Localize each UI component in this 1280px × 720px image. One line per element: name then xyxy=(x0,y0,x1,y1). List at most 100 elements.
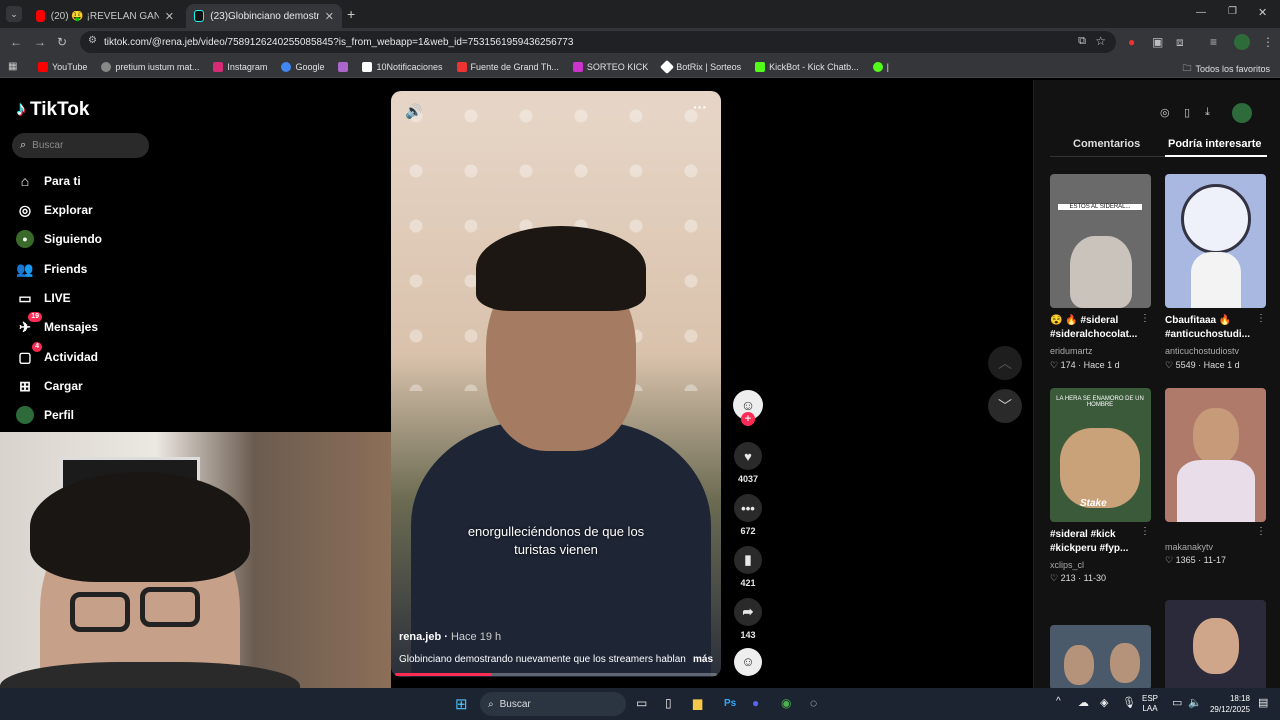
nav-friends[interactable]: 👥 Friends xyxy=(16,258,87,280)
card-menu-icon[interactable]: ⋮ xyxy=(1256,526,1266,537)
tab-podria-interesarte[interactable]: Podría interesarte xyxy=(1168,138,1262,150)
window-close-button[interactable]: ✕ xyxy=(1258,6,1267,19)
bookmark-instagram[interactable]: Instagram xyxy=(213,61,267,72)
video-thumbnail[interactable] xyxy=(1165,388,1266,522)
card-menu-icon[interactable]: ⋮ xyxy=(1256,313,1266,324)
bookmark-youtube[interactable]: YouTube xyxy=(38,61,87,72)
maximize-button[interactable]: ❐ xyxy=(1228,6,1237,17)
windows-start-icon[interactable]: ⊞ xyxy=(455,695,468,713)
forward-icon[interactable]: → xyxy=(34,35,46,49)
clock[interactable]: 18:18 29/12/2025 xyxy=(1208,693,1250,715)
minimize-button[interactable]: — xyxy=(1196,7,1206,18)
microphone-icon[interactable]: 🎙 xyxy=(1122,696,1136,709)
tiktok-logo[interactable]: ♪ TikTok xyxy=(16,98,89,121)
bookmark-kickbot[interactable]: KickBot - Kick Chatb... xyxy=(755,61,859,72)
nav-actividad[interactable]: ▢ 4 Actividad xyxy=(16,342,98,368)
extension-icon[interactable]: ▣ xyxy=(1152,35,1163,49)
like-button[interactable]: ♥ 4037 xyxy=(733,442,763,484)
onedrive-icon[interactable]: ☁ xyxy=(1078,696,1089,709)
menu-kebab-icon[interactable]: ⋮ xyxy=(1262,35,1274,49)
video-thumbnail[interactable]: LA HERA SE ENAMORO DE UN HOMBRE Stake xyxy=(1050,388,1151,522)
bookmark-botrix[interactable]: BotRix | Sorteos xyxy=(660,59,741,74)
card-username[interactable]: xclips_cl xyxy=(1050,560,1084,570)
nav-cargar[interactable]: ⊞ Cargar xyxy=(16,375,83,397)
nav-siguiendo[interactable]: ● Siguiendo xyxy=(16,228,102,250)
notifications-icon[interactable]: ▤ xyxy=(1258,696,1268,709)
share-button[interactable]: ➦ 143 xyxy=(733,598,763,640)
previous-video-button[interactable]: ︿ xyxy=(988,346,1022,380)
tray-chevron-icon[interactable]: ^ xyxy=(1056,696,1061,707)
app-icon[interactable]: ◌ xyxy=(810,696,817,710)
nav-perfil[interactable]: Perfil xyxy=(16,404,74,426)
discord-icon[interactable]: ● xyxy=(752,696,759,710)
bookmark-fuente[interactable]: Fuente de Grand Th... xyxy=(456,61,559,72)
card-username[interactable]: eridumartz xyxy=(1050,346,1093,356)
tray-icon[interactable]: ◈ xyxy=(1100,696,1108,709)
reload-icon[interactable]: ↻ xyxy=(57,35,67,49)
user-avatar[interactable] xyxy=(1232,103,1252,123)
bookmark-google[interactable]: Google xyxy=(281,61,324,72)
photoshop-icon[interactable]: Ps xyxy=(724,698,736,709)
nav-live[interactable]: ▭ LIVE xyxy=(16,287,70,309)
video-thumbnail[interactable] xyxy=(1165,600,1266,690)
network-icon[interactable]: ▭ xyxy=(1172,696,1182,709)
bookmark-x[interactable]: 10Notificaciones xyxy=(362,61,443,72)
extension-icon[interactable]: ● xyxy=(1128,35,1135,49)
language-indicator[interactable]: ESP LAA xyxy=(1142,694,1158,714)
bookmark-pretium[interactable]: pretium iustum mat... xyxy=(101,61,199,72)
video-thumbnail[interactable] xyxy=(1050,625,1151,690)
app-icon[interactable]: ▯ xyxy=(665,696,672,710)
profile-avatar[interactable] xyxy=(1234,34,1250,50)
close-icon[interactable]: ✕ xyxy=(165,10,174,23)
video-progress-bar[interactable] xyxy=(395,673,717,676)
nav-mensajes[interactable]: ✈ 19 Mensajes xyxy=(16,312,98,338)
nav-para-ti[interactable]: ⌂ Para ti xyxy=(16,170,81,192)
task-view-icon[interactable]: ▭ xyxy=(636,696,647,710)
card-username[interactable]: anticuchostudiostv xyxy=(1165,346,1239,356)
video-author[interactable]: rena.jeb · Hace 19 h xyxy=(399,631,501,643)
bookmark-unnamed[interactable] xyxy=(338,61,349,72)
extensions-puzzle-icon[interactable]: ⧈ xyxy=(1176,35,1184,49)
all-bookmarks[interactable]: 🗀 Todos los favoritos xyxy=(1182,61,1270,77)
card-menu-icon[interactable]: ⋮ xyxy=(1140,313,1150,324)
bookmark-sorteo-kick[interactable]: SORTEO KICK xyxy=(572,61,648,72)
volume-icon[interactable]: 🔈 xyxy=(1188,696,1202,709)
card-title[interactable]: Cbaufitaaa 🔥 #anticuchostudi... xyxy=(1165,314,1265,342)
video-thumbnail[interactable] xyxy=(1165,174,1266,308)
next-video-button[interactable]: ﹀ xyxy=(988,389,1022,423)
video-thumbnail[interactable]: ESTOS AL SIDERAL... xyxy=(1050,174,1151,308)
tab-tiktok[interactable]: (23)Globinciano demostrando ✕ xyxy=(186,4,342,28)
media-control-icon[interactable]: ≡ xyxy=(1210,35,1217,49)
apps-grid-icon[interactable]: ▦ xyxy=(8,61,17,72)
nav-explorar[interactable]: ◎ Explorar xyxy=(16,199,93,221)
tab-search-button[interactable]: ⌄ xyxy=(6,6,22,22)
card-menu-icon[interactable]: ⋮ xyxy=(1140,526,1150,537)
tab-youtube[interactable]: (20) 🤑 ¡REVELAN GANANCIAS ✕ xyxy=(28,4,182,28)
chrome-icon[interactable]: ◉ xyxy=(781,696,791,710)
video-player[interactable]: 🔊 ··· enorgulleciéndonos de que los turi… xyxy=(391,91,721,677)
site-info-icon[interactable]: ⚙ xyxy=(88,35,97,46)
close-icon[interactable]: ✕ xyxy=(325,10,334,23)
address-bar[interactable]: ⚙ tiktok.com/@rena.jeb/video/75891262402… xyxy=(80,31,1116,53)
card-username[interactable]: makanakytv xyxy=(1165,542,1213,552)
explore-icon[interactable]: ◎ xyxy=(1160,106,1170,119)
new-tab-button[interactable]: + xyxy=(347,6,355,22)
download-icon[interactable]: ⤓ xyxy=(1205,106,1210,119)
more-options-icon[interactable]: ··· xyxy=(693,99,707,115)
bookmark-star-icon[interactable]: ☆ xyxy=(1095,34,1106,48)
creator-avatar[interactable]: ☺ + xyxy=(733,390,763,426)
file-explorer-icon[interactable]: ▆ xyxy=(693,696,702,710)
taskbar-search[interactable]: ⌕ Buscar xyxy=(480,692,626,716)
device-icon[interactable]: ▯ xyxy=(1184,106,1190,119)
card-title[interactable]: 😵 🔥 #sideral #sideralchocolat... xyxy=(1050,314,1150,342)
volume-icon[interactable]: 🔊 xyxy=(405,103,422,120)
comment-button[interactable]: ••• 672 xyxy=(733,494,763,536)
back-icon[interactable]: ← xyxy=(10,35,22,49)
search-input[interactable]: ⌕ Buscar xyxy=(12,133,149,158)
bookmark-kick[interactable]: | xyxy=(872,61,889,72)
sound-disc[interactable]: ☺ xyxy=(733,648,763,676)
save-button[interactable]: ▮ 421 xyxy=(733,546,763,588)
more-link[interactable]: más xyxy=(693,654,713,665)
tab-comentarios[interactable]: Comentarios xyxy=(1073,138,1140,150)
install-icon[interactable]: ⧉ xyxy=(1078,35,1086,48)
